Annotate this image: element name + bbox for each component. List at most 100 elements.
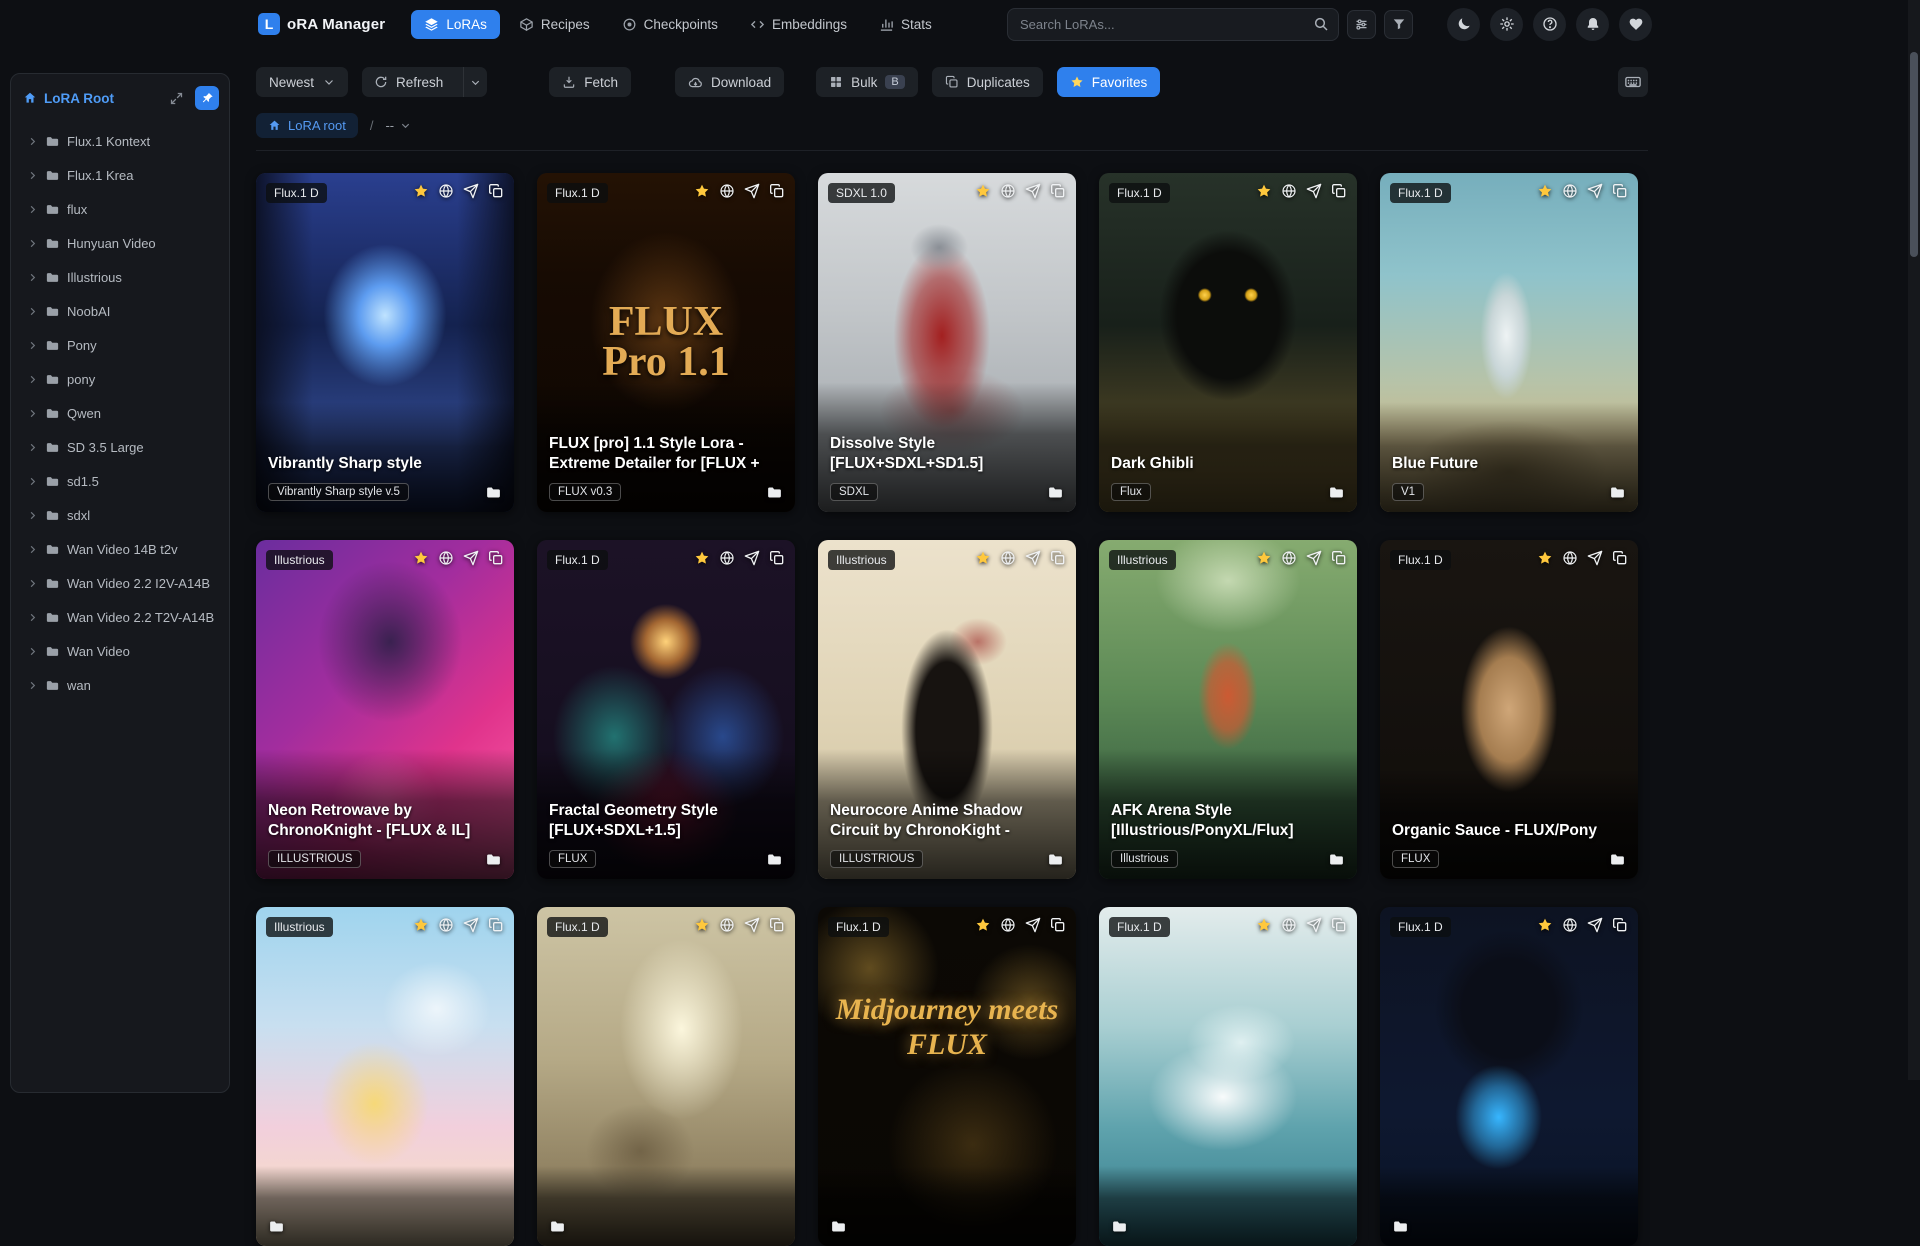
lora-card[interactable]: Illustrious xyxy=(256,907,514,1246)
chevron-right-icon[interactable] xyxy=(27,646,38,657)
send-icon[interactable] xyxy=(744,550,760,566)
send-icon[interactable] xyxy=(1025,917,1041,933)
sidebar-folder-item[interactable]: wan xyxy=(19,669,221,702)
open-folder-icon[interactable] xyxy=(766,484,783,501)
send-icon[interactable] xyxy=(1306,917,1322,933)
favorite-star-icon[interactable] xyxy=(413,550,429,566)
copy-icon[interactable] xyxy=(1050,550,1066,566)
theme-toggle-button[interactable] xyxy=(1447,7,1480,41)
send-icon[interactable] xyxy=(1025,183,1041,199)
send-icon[interactable] xyxy=(463,183,479,199)
globe-icon[interactable] xyxy=(1281,550,1297,566)
open-folder-icon[interactable] xyxy=(1609,851,1626,868)
expand-icon[interactable] xyxy=(169,91,184,106)
chevron-right-icon[interactable] xyxy=(27,238,38,249)
keyboard-shortcuts-button[interactable] xyxy=(1618,67,1648,97)
globe-icon[interactable] xyxy=(438,550,454,566)
copy-icon[interactable] xyxy=(488,917,504,933)
open-folder-icon[interactable] xyxy=(485,484,502,501)
search-input[interactable] xyxy=(1007,7,1339,41)
help-button[interactable] xyxy=(1533,7,1566,41)
chevron-right-icon[interactable] xyxy=(27,510,38,521)
open-folder-icon[interactable] xyxy=(1609,484,1626,501)
copy-icon[interactable] xyxy=(1612,183,1628,199)
lora-card[interactable]: Illustrious AFK Arena Style [Illustrious… xyxy=(1099,540,1357,879)
open-folder-icon[interactable] xyxy=(1047,484,1064,501)
globe-icon[interactable] xyxy=(1281,183,1297,199)
sidebar-folder-item[interactable]: Hunyuan Video xyxy=(19,227,221,260)
lora-card[interactable]: Flux.1 D Vibrantly Sharp style Vibrantly… xyxy=(256,173,514,512)
chevron-right-icon[interactable] xyxy=(27,374,38,385)
favorite-star-icon[interactable] xyxy=(975,183,991,199)
globe-icon[interactable] xyxy=(1281,917,1297,933)
chevron-right-icon[interactable] xyxy=(27,408,38,419)
filter-funnel-button[interactable] xyxy=(1384,9,1413,39)
favorite-star-icon[interactable] xyxy=(1256,917,1272,933)
breadcrumb-current-dropdown[interactable]: -- xyxy=(385,118,411,133)
copy-icon[interactable] xyxy=(1331,550,1347,566)
globe-icon[interactable] xyxy=(719,183,735,199)
sidebar-folder-item[interactable]: sdxl xyxy=(19,499,221,532)
favorites-filter-button[interactable]: Favorites xyxy=(1056,67,1161,97)
favorite-star-icon[interactable] xyxy=(694,183,710,199)
send-icon[interactable] xyxy=(744,183,760,199)
copy-icon[interactable] xyxy=(1612,917,1628,933)
favorite-star-icon[interactable] xyxy=(975,917,991,933)
breadcrumb-root[interactable]: LoRA root xyxy=(256,113,358,138)
send-icon[interactable] xyxy=(744,917,760,933)
sidebar-folder-item[interactable]: Pony xyxy=(19,329,221,362)
send-icon[interactable] xyxy=(1587,917,1603,933)
globe-icon[interactable] xyxy=(1562,917,1578,933)
chevron-right-icon[interactable] xyxy=(27,578,38,589)
send-icon[interactable] xyxy=(463,550,479,566)
copy-icon[interactable] xyxy=(488,183,504,199)
favorite-star-icon[interactable] xyxy=(694,917,710,933)
nav-tab-checkpoints[interactable]: Checkpoints xyxy=(609,10,731,39)
chevron-right-icon[interactable] xyxy=(27,272,38,283)
copy-icon[interactable] xyxy=(1331,183,1347,199)
lora-card[interactable]: Flux.1 D Fractal Geometry Style [FLUX+SD… xyxy=(537,540,795,879)
globe-icon[interactable] xyxy=(438,917,454,933)
globe-icon[interactable] xyxy=(719,917,735,933)
page-scrollbar[interactable] xyxy=(1908,0,1920,1080)
favorite-star-icon[interactable] xyxy=(694,550,710,566)
favorite-star-icon[interactable] xyxy=(1537,183,1553,199)
open-folder-icon[interactable] xyxy=(1111,1218,1128,1235)
open-folder-icon[interactable] xyxy=(268,1218,285,1235)
sidebar-folder-item[interactable]: Flux.1 Krea xyxy=(19,159,221,192)
globe-icon[interactable] xyxy=(1562,183,1578,199)
sort-select[interactable]: Newest xyxy=(256,67,348,97)
open-folder-icon[interactable] xyxy=(830,1218,847,1235)
chevron-right-icon[interactable] xyxy=(27,340,38,351)
chevron-right-icon[interactable] xyxy=(27,544,38,555)
send-icon[interactable] xyxy=(1306,550,1322,566)
copy-icon[interactable] xyxy=(769,183,785,199)
lora-card[interactable]: Flux.1 D Dark Ghibli Flux xyxy=(1099,173,1357,512)
nav-tab-embeddings[interactable]: Embeddings xyxy=(737,10,860,39)
lora-card[interactable]: Illustrious Neon Retrowave by ChronoKnig… xyxy=(256,540,514,879)
lora-card[interactable]: Flux.1 D xyxy=(537,907,795,1246)
globe-icon[interactable] xyxy=(1000,183,1016,199)
globe-icon[interactable] xyxy=(438,183,454,199)
lora-card[interactable]: Flux.1 D Organic Sauce - FLUX/Pony FLUX xyxy=(1380,540,1638,879)
settings-button[interactable] xyxy=(1490,7,1523,41)
nav-tab-stats[interactable]: Stats xyxy=(866,10,945,39)
chevron-right-icon[interactable] xyxy=(27,680,38,691)
sidebar-folder-item[interactable]: Qwen xyxy=(19,397,221,430)
copy-icon[interactable] xyxy=(769,917,785,933)
copy-icon[interactable] xyxy=(1050,183,1066,199)
bulk-button[interactable]: Bulk B xyxy=(816,67,918,97)
chevron-right-icon[interactable] xyxy=(27,306,38,317)
chevron-right-icon[interactable] xyxy=(27,612,38,623)
sidebar-folder-item[interactable]: Wan Video 2.2 T2V-A14B xyxy=(19,601,221,634)
refresh-menu-button[interactable] xyxy=(463,67,487,97)
scrollbar-thumb[interactable] xyxy=(1910,52,1918,257)
lora-card[interactable]: Flux.1 D xyxy=(1099,907,1357,1246)
copy-icon[interactable] xyxy=(488,550,504,566)
favorite-star-icon[interactable] xyxy=(1537,550,1553,566)
copy-icon[interactable] xyxy=(1050,917,1066,933)
open-folder-icon[interactable] xyxy=(485,851,502,868)
sidebar-root-label[interactable]: LoRA Root xyxy=(44,91,162,106)
open-folder-icon[interactable] xyxy=(1328,851,1345,868)
chevron-right-icon[interactable] xyxy=(27,204,38,215)
